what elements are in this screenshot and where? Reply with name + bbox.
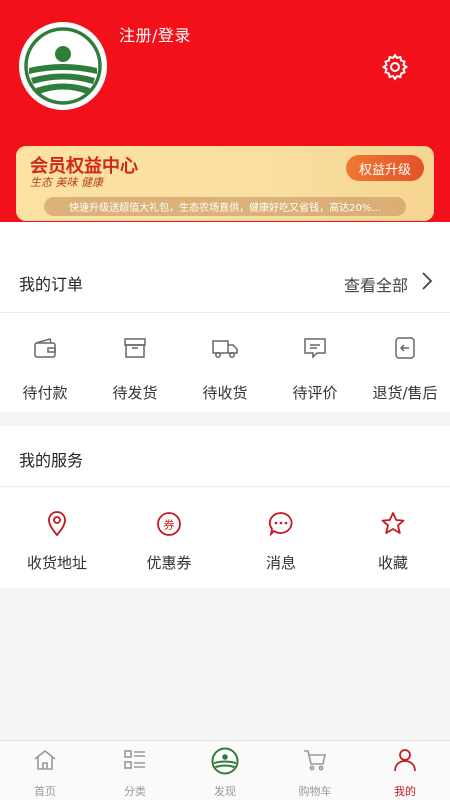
tab-mine[interactable]: 我的 xyxy=(360,741,450,800)
svg-text:券: 券 xyxy=(164,518,175,532)
orders-title: 我的订单 xyxy=(19,275,84,294)
tab-category[interactable]: 分类 xyxy=(90,741,180,800)
tab-label: 购物车 xyxy=(298,785,332,798)
order-item-label: 退货/售后 xyxy=(372,384,438,402)
order-item-label: 待付款 xyxy=(22,384,68,402)
tab-label: 首页 xyxy=(34,785,56,798)
services-row: 收货地址 券 优惠券 消息 收藏 xyxy=(0,510,450,580)
service-coupon[interactable]: 券 优惠券 xyxy=(124,510,214,573)
cart-icon xyxy=(304,750,326,771)
farm-logo xyxy=(19,22,107,110)
truck-icon xyxy=(212,340,238,358)
farm-logo-icon xyxy=(211,747,239,775)
order-pending-payment[interactable]: 待付款 xyxy=(0,330,90,410)
member-card-subtitle: 生态 美味 健康 xyxy=(30,176,103,189)
upgrade-button[interactable]: 权益升级 xyxy=(346,155,424,181)
return-icon xyxy=(395,337,415,359)
view-all-orders-link[interactable]: 查看全部 xyxy=(344,272,408,296)
tab-home[interactable]: 首页 xyxy=(0,741,90,800)
wallet-icon xyxy=(34,338,56,358)
home-icon xyxy=(34,749,56,770)
service-label: 收货地址 xyxy=(26,554,87,572)
star-icon xyxy=(381,512,405,534)
services-title: 我的服务 xyxy=(19,451,84,470)
category-icon xyxy=(124,750,145,769)
order-pending-shipment[interactable]: 待发货 xyxy=(90,330,180,410)
box-icon xyxy=(124,338,146,358)
coupon-icon: 券 xyxy=(157,512,181,536)
service-favorites[interactable]: 收藏 xyxy=(348,510,438,573)
divider xyxy=(0,312,450,313)
service-address[interactable]: 收货地址 xyxy=(12,510,102,573)
comment-icon xyxy=(304,338,326,359)
service-label: 收藏 xyxy=(377,554,408,572)
order-pending-review[interactable]: 待评价 xyxy=(270,330,360,410)
member-card-tip: 快速升级送超值大礼包，生态农场直供，健康好吃又省钱，高达20%... xyxy=(44,197,406,216)
avatar[interactable] xyxy=(19,22,107,110)
tab-label: 发现 xyxy=(214,785,236,798)
orders-header: 我的订单 查看全部 xyxy=(0,258,450,306)
order-item-label: 待发货 xyxy=(112,384,158,402)
location-pin-icon xyxy=(48,511,66,537)
member-benefits-card[interactable]: 会员权益中心 生态 美味 健康 权益升级 快速升级送超值大礼包，生态农场直供，健… xyxy=(16,146,434,221)
register-login-link[interactable]: 注册/登录 xyxy=(119,22,191,46)
tab-label: 我的 xyxy=(394,785,416,798)
order-item-label: 待收货 xyxy=(202,384,248,402)
settings-button[interactable] xyxy=(378,50,412,84)
message-icon xyxy=(268,512,293,537)
bottom-tab-bar: 首页 分类 发现 购物车 我的 xyxy=(0,740,450,800)
tab-cart[interactable]: 购物车 xyxy=(270,741,360,800)
divider xyxy=(0,486,450,487)
service-label: 消息 xyxy=(265,554,296,572)
section-gap xyxy=(0,412,450,426)
user-icon xyxy=(394,749,416,772)
gear-icon xyxy=(381,53,409,81)
service-messages[interactable]: 消息 xyxy=(236,510,326,573)
tab-discover[interactable]: 发现 xyxy=(180,741,270,800)
order-pending-receipt[interactable]: 待收货 xyxy=(180,330,270,410)
order-item-label: 待评价 xyxy=(292,384,338,402)
service-label: 优惠券 xyxy=(146,554,192,572)
tab-label: 分类 xyxy=(124,785,146,798)
chevron-right-icon[interactable] xyxy=(420,270,434,292)
order-return-aftersale[interactable]: 退货/售后 xyxy=(360,330,450,410)
order-status-row: 待付款 待发货 待收货 待评价 退货/售后 xyxy=(0,330,450,410)
